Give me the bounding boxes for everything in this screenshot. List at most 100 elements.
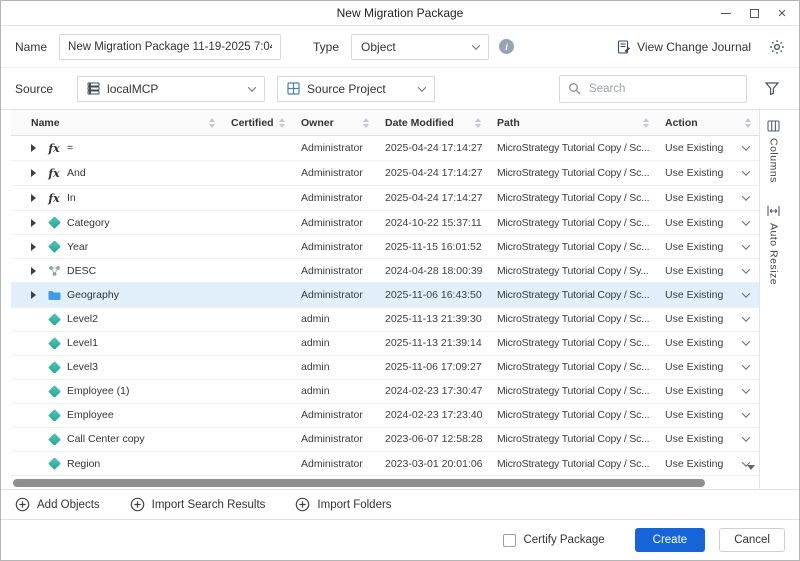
action-dropdown[interactable]: Use Existing xyxy=(657,385,759,397)
columns-panel-button[interactable]: Columns xyxy=(767,120,780,183)
action-value: Use Existing xyxy=(665,433,723,445)
source-server-value: localMCP xyxy=(107,82,158,96)
column-header-owner[interactable]: Owner xyxy=(293,110,377,135)
table-row[interactable]: Level3admin2025-11-06 17:09:27MicroStrat… xyxy=(11,356,759,380)
action-dropdown[interactable]: Use Existing xyxy=(657,192,759,204)
table-row[interactable]: GeographyAdministrator2025-11-06 16:43:5… xyxy=(11,283,759,307)
object-name: Category xyxy=(67,217,110,229)
expand-arrow-icon[interactable] xyxy=(23,267,43,275)
table-row[interactable]: fxAndAdministrator2025-04-24 17:14:27Mic… xyxy=(11,161,759,186)
minimize-button[interactable] xyxy=(719,6,733,20)
action-dropdown[interactable]: Use Existing xyxy=(657,217,759,229)
column-header-path[interactable]: Path xyxy=(489,110,657,135)
sort-icon xyxy=(745,118,751,128)
table-row[interactable]: Level1admin2025-11-13 21:39:14MicroStrat… xyxy=(11,332,759,356)
column-header-action[interactable]: Action xyxy=(657,110,759,135)
source-project-select[interactable]: Source Project xyxy=(277,76,435,102)
chevron-down-icon xyxy=(742,410,750,418)
gear-icon[interactable] xyxy=(769,39,785,55)
action-dropdown[interactable]: Use Existing xyxy=(657,241,759,253)
action-dropdown[interactable]: Use Existing xyxy=(657,142,759,154)
table-row[interactable]: fxInAdministrator2025-04-24 17:14:27Micr… xyxy=(11,186,759,211)
horizontal-scrollbar-thumb[interactable] xyxy=(13,479,705,487)
expand-arrow-icon[interactable] xyxy=(23,291,43,299)
auto-resize-label: Auto Resize xyxy=(768,223,780,285)
table-row[interactable]: fx=Administrator2025-04-24 17:14:27Micro… xyxy=(11,136,759,161)
table-row[interactable]: Employee (1)admin2024-02-23 17:30:47Micr… xyxy=(11,380,759,404)
expand-arrow-icon[interactable] xyxy=(23,219,43,227)
sort-icon xyxy=(475,118,481,128)
import-search-results-label: Import Search Results xyxy=(152,499,266,511)
table-row[interactable]: RegionAdministrator2023-03-01 20:01:06Mi… xyxy=(11,452,759,476)
name-cell: Level3 xyxy=(11,361,223,373)
certify-package-control[interactable]: Certify Package xyxy=(503,534,604,547)
action-dropdown[interactable]: Use Existing xyxy=(657,289,759,301)
column-header-name[interactable]: Name xyxy=(11,110,223,135)
column-header-certified[interactable]: Certified xyxy=(223,110,293,135)
import-folders-button[interactable]: Import Folders xyxy=(295,497,391,512)
side-panel: Columns Auto Resize xyxy=(759,110,787,489)
minimize-icon xyxy=(721,13,731,14)
column-header-date-modified[interactable]: Date Modified xyxy=(377,110,489,135)
filter-button[interactable] xyxy=(759,76,785,102)
cancel-button[interactable]: Cancel xyxy=(719,528,785,552)
owner-cell: admin xyxy=(293,313,377,325)
date-modified-cell: 2025-04-24 17:14:27 xyxy=(377,142,489,154)
table-row[interactable]: Call Center copyAdministrator2023-06-07 … xyxy=(11,428,759,452)
name-cell: Geography xyxy=(11,289,223,301)
name-input[interactable] xyxy=(59,34,281,60)
create-button[interactable]: Create xyxy=(635,528,706,552)
table-row[interactable]: Level2admin2025-11-13 21:39:30MicroStrat… xyxy=(11,308,759,332)
close-button[interactable]: × xyxy=(775,6,789,20)
expand-arrow-icon[interactable] xyxy=(23,144,43,152)
chevron-down-icon xyxy=(742,142,750,150)
maximize-button[interactable] xyxy=(747,6,761,20)
action-value: Use Existing xyxy=(665,361,723,373)
action-dropdown[interactable]: Use Existing xyxy=(657,313,759,325)
name-cell: DESC xyxy=(11,265,223,277)
type-select[interactable]: Object xyxy=(351,34,489,60)
import-folders-label: Import Folders xyxy=(317,499,391,511)
expand-arrow-icon[interactable] xyxy=(23,194,43,202)
scroll-down-button[interactable] xyxy=(745,461,757,473)
action-dropdown[interactable]: Use Existing xyxy=(657,409,759,421)
folder-icon xyxy=(48,290,61,301)
action-dropdown[interactable]: Use Existing xyxy=(657,167,759,179)
source-server-select[interactable]: localMCP xyxy=(77,76,265,102)
search-input[interactable] xyxy=(587,82,738,96)
action-dropdown[interactable]: Use Existing xyxy=(657,337,759,349)
path-cell: MicroStrategy Tutorial Copy / Sc... xyxy=(489,167,657,179)
expand-arrow-icon[interactable] xyxy=(23,169,43,177)
table-row[interactable]: CategoryAdministrator2024-10-22 15:37:11… xyxy=(11,211,759,235)
action-dropdown[interactable]: Use Existing xyxy=(657,361,759,373)
horizontal-scrollbar[interactable] xyxy=(11,476,759,489)
owner-cell: admin xyxy=(293,361,377,373)
import-search-results-button[interactable]: Import Search Results xyxy=(130,497,266,512)
column-header-label: Date Modified xyxy=(385,117,454,129)
action-dropdown[interactable]: Use Existing xyxy=(657,458,759,470)
object-name: Region xyxy=(67,458,100,470)
column-header-label: Owner xyxy=(301,117,334,129)
name-label: Name xyxy=(15,40,47,54)
info-icon[interactable]: i xyxy=(499,39,514,54)
auto-resize-button[interactable]: Auto Resize xyxy=(767,205,780,285)
certify-checkbox[interactable] xyxy=(503,534,516,547)
date-modified-cell: 2024-04-28 18:00:39 xyxy=(377,265,489,277)
action-dropdown[interactable]: Use Existing xyxy=(657,433,759,445)
view-change-journal-button[interactable]: View Change Journal xyxy=(617,40,751,54)
date-modified-cell: 2024-02-23 17:30:47 xyxy=(377,385,489,397)
table-row[interactable]: YearAdministrator2025-11-15 16:01:52Micr… xyxy=(11,235,759,259)
object-name: Level3 xyxy=(67,361,98,373)
chevron-down-icon xyxy=(742,217,750,225)
add-objects-button[interactable]: Add Objects xyxy=(15,497,100,512)
expand-arrow-icon[interactable] xyxy=(23,243,43,251)
table-row[interactable]: EmployeeAdministrator2024-02-23 17:23:40… xyxy=(11,404,759,428)
date-modified-cell: 2025-11-15 16:01:52 xyxy=(377,241,489,253)
table-row[interactable]: DESCAdministrator2024-04-28 18:00:39Micr… xyxy=(11,259,759,283)
path-cell: MicroStrategy Tutorial Copy / Sy... xyxy=(489,265,657,277)
owner-cell: Administrator xyxy=(293,289,377,301)
chevron-down-icon xyxy=(742,167,750,175)
action-value: Use Existing xyxy=(665,458,723,470)
action-dropdown[interactable]: Use Existing xyxy=(657,265,759,277)
action-value: Use Existing xyxy=(665,265,723,277)
